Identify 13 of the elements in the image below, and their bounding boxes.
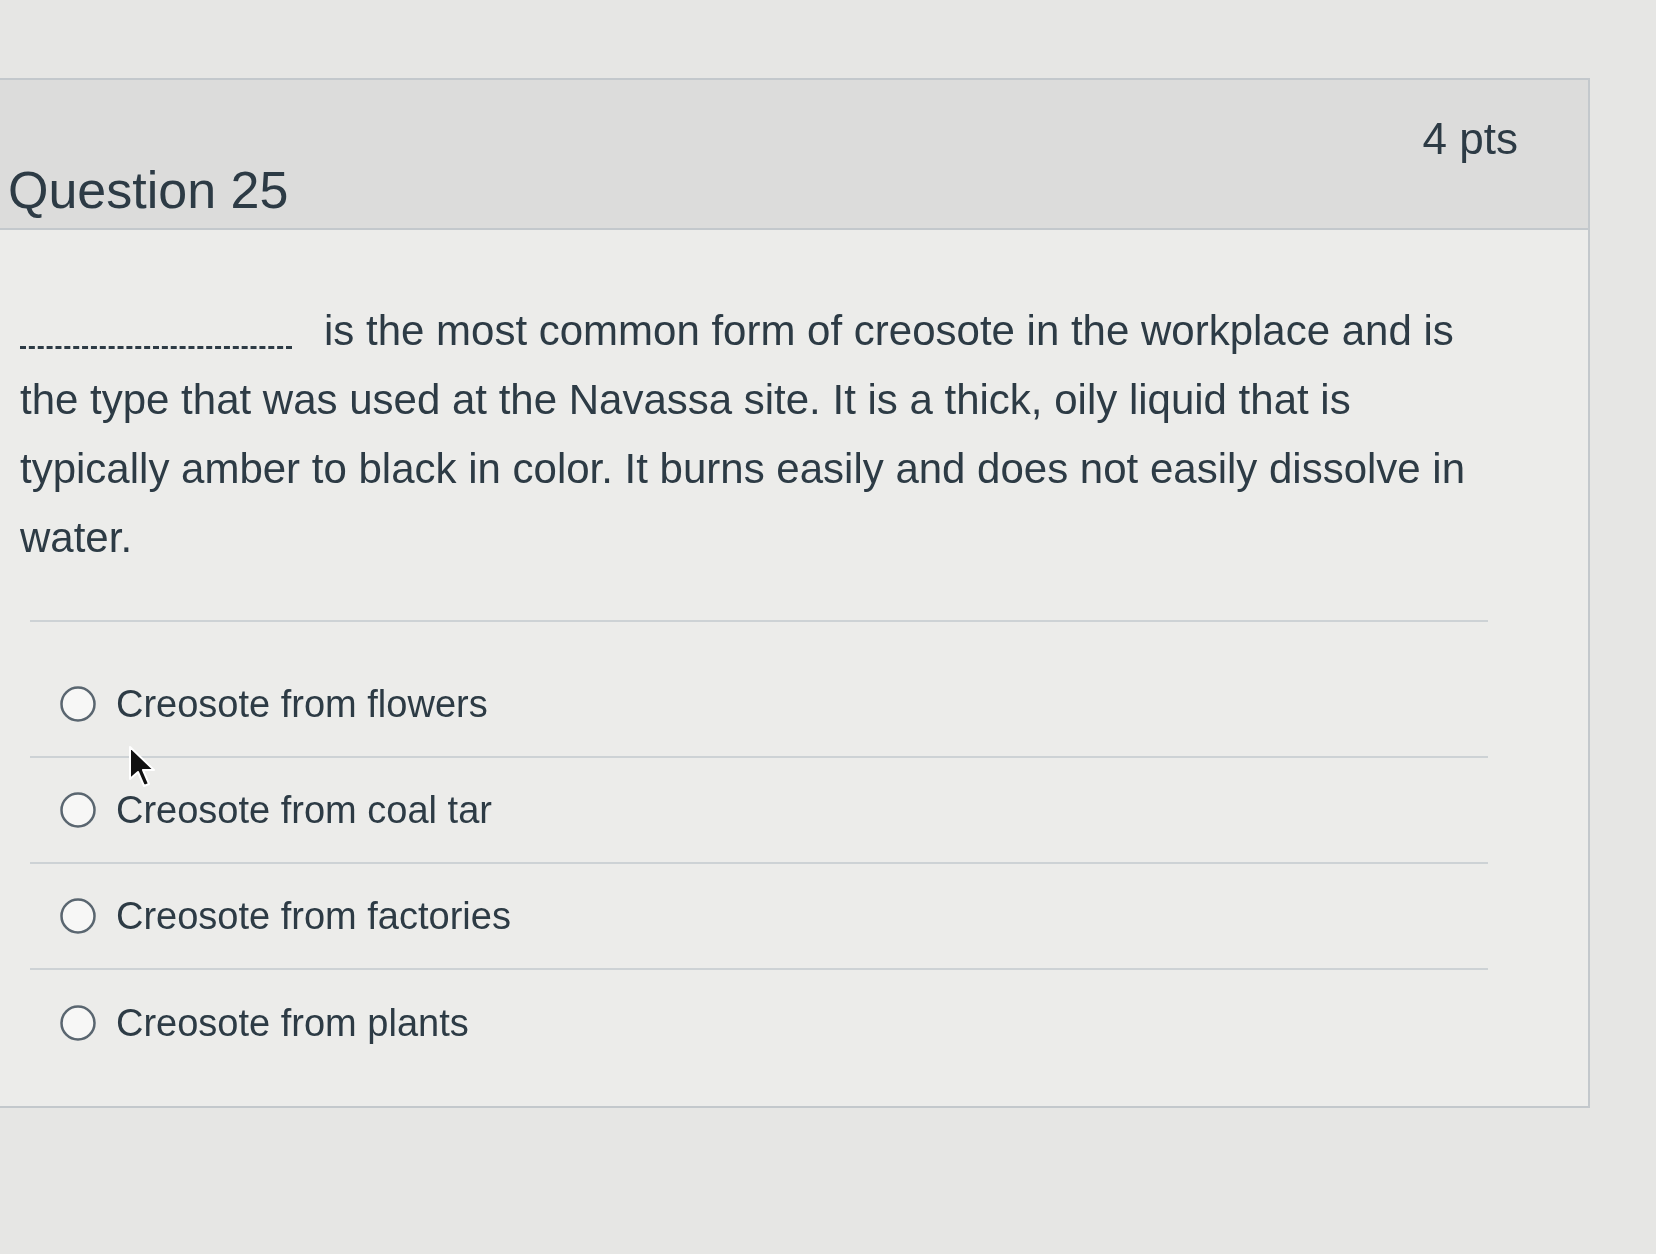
question-text: is the most common form of creosote in the workplace and is <box>324 306 1454 356</box>
radio-button[interactable] <box>60 686 96 722</box>
answer-label[interactable]: Creosote from flowers <box>116 682 488 726</box>
question-text: the type that was used at the Navassa site. It is a thick, oily liquid that is typically amber to black in color. It burns easily and does not easily dissolve in water. <box>20 375 1467 563</box>
answer-label[interactable]: Creosote from coal tar <box>116 788 492 832</box>
radio-button[interactable] <box>60 792 96 828</box>
question-title: Question 25 <box>8 160 289 220</box>
radio-button[interactable] <box>60 898 96 934</box>
points-label: 4 pts <box>1422 114 1518 164</box>
pointer-cursor-icon <box>128 745 158 789</box>
answer-label[interactable]: Creosote from plants <box>116 1001 469 1045</box>
radio-button[interactable] <box>60 1005 96 1041</box>
answer-label[interactable]: Creosote from factories <box>116 894 511 938</box>
